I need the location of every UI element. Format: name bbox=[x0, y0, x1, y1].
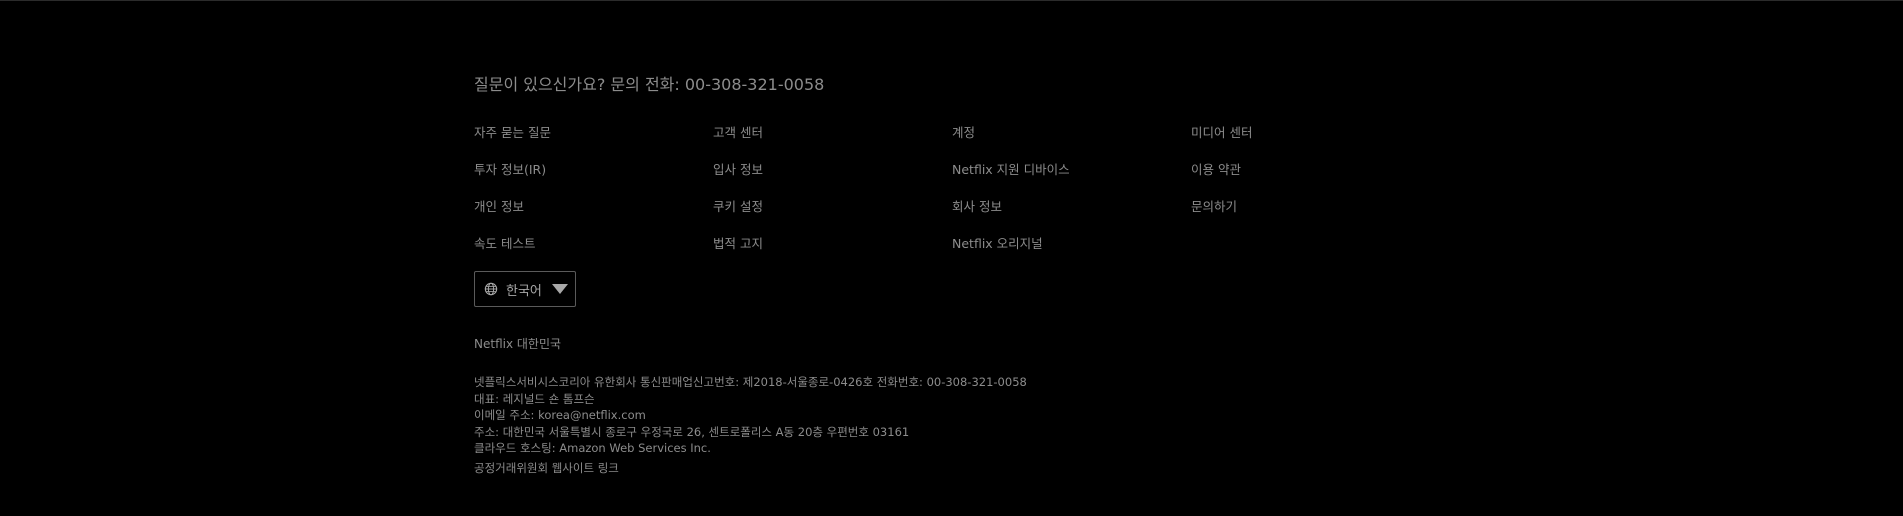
link-corporate-info[interactable]: 회사 정보 bbox=[952, 196, 1191, 217]
link-investor-relations[interactable]: 투자 정보(IR) bbox=[474, 159, 713, 180]
legal-cloud-hosting: 클라우드 호스팅: Amazon Web Services Inc. bbox=[474, 441, 711, 455]
link-legal-notices[interactable]: 법적 고지 bbox=[713, 233, 952, 254]
link-netflix-originals[interactable]: Netflix 오리지널 bbox=[952, 233, 1191, 254]
link-contact-us[interactable]: 문의하기 bbox=[1191, 196, 1430, 217]
link-cookie-preferences[interactable]: 쿠키 설정 bbox=[713, 196, 952, 217]
link-jobs[interactable]: 입사 정보 bbox=[713, 159, 952, 180]
globe-icon bbox=[484, 282, 498, 296]
link-privacy[interactable]: 개인 정보 bbox=[474, 196, 713, 217]
link-account[interactable]: 계정 bbox=[952, 122, 1191, 143]
top-divider bbox=[0, 0, 1903, 1]
link-speed-test[interactable]: 속도 테스트 bbox=[474, 233, 713, 254]
link-faq[interactable]: 자주 묻는 질문 bbox=[474, 122, 713, 143]
legal-info: 넷플릭스서비시스코리아 유한회사 통신판매업신고번호: 제2018-서울종로-0… bbox=[474, 374, 1474, 457]
link-terms-of-use[interactable]: 이용 약관 bbox=[1191, 159, 1430, 180]
link-help-center[interactable]: 고객 센터 bbox=[713, 122, 952, 143]
service-country: Netflix 대한민국 bbox=[474, 337, 562, 351]
legal-address: 주소: 대한민국 서울특별시 종로구 우정국로 26, 센트로폴리스 A동 20… bbox=[474, 424, 910, 439]
legal-representative: 대표: 레지널드 숀 톰프슨 bbox=[474, 391, 595, 406]
contact-question: 질문이 있으신가요? 문의 전화: 00-308-321-0058 bbox=[474, 75, 825, 94]
language-selector[interactable]: 한국어 bbox=[474, 271, 576, 307]
ftc-website-link[interactable]: 공정거래위원회 웹사이트 링크 bbox=[474, 460, 619, 476]
site-footer: 질문이 있으신가요? 문의 전화: 00-308-321-0058 자주 묻는 … bbox=[474, 74, 1474, 476]
link-media-center[interactable]: 미디어 센터 bbox=[1191, 122, 1430, 143]
legal-company-line: 넷플릭스서비시스코리아 유한회사 통신판매업신고번호: 제2018-서울종로-0… bbox=[474, 375, 1027, 389]
link-supported-devices[interactable]: Netflix 지원 디바이스 bbox=[952, 159, 1191, 180]
footer-links: 자주 묻는 질문 고객 센터 계정 미디어 센터 투자 정보(IR) 입사 정보… bbox=[474, 122, 1474, 254]
legal-email: 이메일 주소: korea@netflix.com bbox=[474, 408, 646, 422]
language-label: 한국어 bbox=[506, 283, 542, 299]
caret-down-icon bbox=[551, 284, 568, 294]
